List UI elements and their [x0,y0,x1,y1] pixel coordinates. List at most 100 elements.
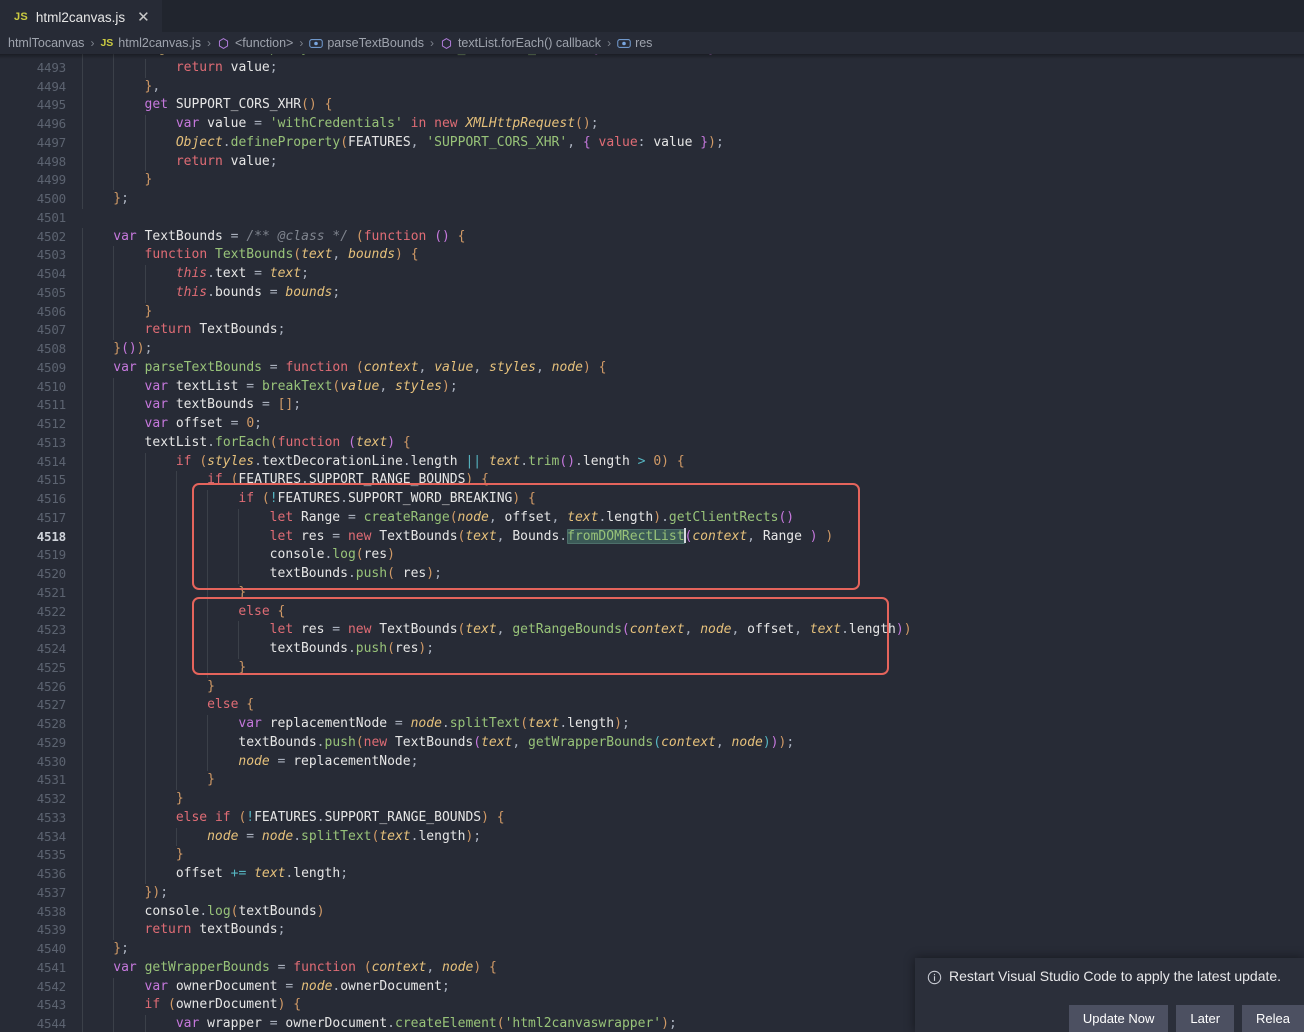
indent-guide [113,733,115,753]
indent-guide [113,302,115,322]
indent-guide [82,133,83,153]
indent-guide [82,658,83,678]
code-line[interactable]: 4514 if (styles.textDecorationLine.length… [0,452,1304,472]
code-line[interactable]: 4507 return TextBounds; [0,321,1304,340]
breadcrumb-separator: › [299,36,304,50]
code-line[interactable]: 4527 else { [0,696,1304,715]
line-number: 4498 [36,153,67,169]
code-line[interactable]: 4501 [0,209,1304,228]
code-line[interactable]: 4505 this.bounds = bounds; [0,283,1304,303]
code-line[interactable]: 4534 node = node.splitText(text.length); [0,827,1304,847]
code-text: }); [145,884,168,903]
code-line[interactable]: 4532} [0,790,1304,809]
later-button[interactable]: Later [1176,1005,1235,1032]
code-line[interactable]: 4517 let Range = createRange(node, offset… [0,508,1304,528]
breadcrumb-item-0[interactable]: htmlTocanvas [8,36,84,50]
code-line[interactable]: 4522 else { [0,602,1304,622]
code-line[interactable]: 4510 var textList = breakText(value, styl… [0,377,1304,397]
code-line[interactable]: 4528 var replacementNode = node.splitText… [0,715,1304,734]
code-line[interactable]: 4537}); [0,883,1304,903]
code-token: getRangeBounds [512,622,622,638]
code-token: ! [246,809,255,825]
code-line[interactable]: 4540}; [0,940,1304,959]
code-line[interactable]: 4530 node = replacementNode; [0,752,1304,772]
code-token: XMLHttpRequest [465,116,576,131]
close-icon[interactable]: ✕ [137,10,150,25]
code-line[interactable]: 4523 let res = new TextBounds (text, getRa… [0,621,1304,640]
code-line[interactable]: 4513 textList.forEach(function (text) { [0,433,1304,453]
line-number: 4531 [36,772,67,788]
breadcrumb-item-3[interactable]: parseTextBounds [309,36,424,50]
code-line[interactable]: 4500}; [0,190,1304,209]
code-line[interactable]: 4496 var value = 'withCredentials' in new… [0,115,1304,134]
indent-guide [113,265,115,284]
code-line[interactable]: 4503 function TextBounds(text, bounds) { [0,246,1304,265]
code-line[interactable]: 4520 textBounds.push( res); [0,565,1304,584]
code-line[interactable]: 4531} [0,771,1304,790]
line-number: 4504 [36,266,67,281]
code-line[interactable]: 4525} [0,658,1304,678]
code-line[interactable]: 4533 else if (!FEATURES.SUPPORT_RANGE_BOU… [0,808,1304,828]
code-line[interactable]: 4538 console.log(textBounds) [0,902,1304,922]
code-line[interactable]: 4511 var textBounds = []; [0,396,1304,415]
code-line[interactable]: 4529 textBounds.push(new TextBounds(text,… [0,733,1304,753]
code-line[interactable]: 4508}()); [0,340,1304,359]
code-line[interactable]: 4519 console.log(res) [0,546,1304,565]
code-line[interactable]: 4516 if (!FEATURES.SUPPORT_WORD_BREAKING)… [0,490,1304,509]
line-number: 4523 [36,622,67,638]
line-number: 4497 [36,134,67,150]
code-line[interactable]: 4497 Object.defineProperty(FEATURES, 'SUP… [0,133,1304,153]
code-line[interactable]: 4495 get SUPPORT_CORS_XHR() { [0,96,1304,115]
code-token: ; [410,753,419,769]
code-line[interactable]: 4493 return value; [0,58,1304,78]
code-token: ( [449,509,458,525]
code-token: ( [496,1016,505,1031]
code-text: }, [145,78,161,97]
code-line[interactable]: 4512 var offset = 0; [0,415,1304,434]
code-token: ; [590,116,599,131]
indent-guide [82,715,83,734]
code-line[interactable]: 4535} [0,846,1304,865]
code-token: node [442,959,474,975]
breadcrumb-item-5[interactable]: res [617,36,652,50]
update-now-button[interactable]: Update Now [1068,1005,1169,1032]
code-token: || [465,453,482,469]
indent-guide [175,527,177,547]
code-token: function [285,359,349,375]
code-line[interactable]: 4524 textBounds.push(res); [0,640,1304,659]
breadcrumb-item-4[interactable]: textList.forEach() callback [440,36,601,50]
code-line[interactable]: 4539 return textBounds; [0,921,1304,940]
code-line[interactable]: 4515 if (FEATURES.SUPPORT_RANGE_BOUNDS) { [0,471,1304,490]
code-editor[interactable]: 4492Object.defineProperty(FEATURES, 'SUP… [0,54,1304,1032]
code-line[interactable]: 4521} [0,583,1304,603]
breadcrumb-item-2[interactable]: <function> [217,36,293,50]
indent-guide [82,827,83,847]
line-number: 4506 [36,303,67,319]
indent-guide [207,527,209,547]
code-line[interactable]: 4494}, [0,77,1304,97]
code-token: length [567,716,615,731]
code-line[interactable]: 4506} [0,302,1304,322]
code-line[interactable]: 4499} [0,171,1304,190]
code-text: } [238,584,246,603]
code-token: getWrapperBounds [144,959,270,975]
code-line[interactable]: 4498 return value; [0,152,1304,172]
editor-tab-html2canvas[interactable]: JS html2canvas.js ✕ [0,0,162,33]
code-line[interactable]: 4502 var TextBounds = /** @class */ (func… [0,227,1304,247]
breadcrumb-item-label: parseTextBounds [327,36,424,50]
code-line[interactable]: 4518 let res = new TextBounds(text, Bound… [0,527,1304,547]
code-token: , [418,359,435,375]
code-line[interactable]: 4509 var parseTextBounds = function (cont… [0,358,1304,378]
code-line[interactable]: 4536 offset += text.length; [0,865,1304,884]
line-number: 4540 [36,941,67,956]
code-text: node = node.splitText(text.length); [207,828,481,847]
breadcrumb-item-1[interactable]: JS html2canvas.js [100,36,201,50]
code-token: FEATURES [277,491,341,506]
code-line[interactable]: 4526} [0,677,1304,697]
code-text: }; [113,190,129,209]
code-token: text [809,622,842,638]
release-notes-button[interactable]: Relea [1242,1005,1304,1032]
breadcrumb-separator: › [429,36,434,50]
code-line[interactable]: 4504 this.text = text; [0,265,1304,284]
code-text: } [238,659,246,678]
